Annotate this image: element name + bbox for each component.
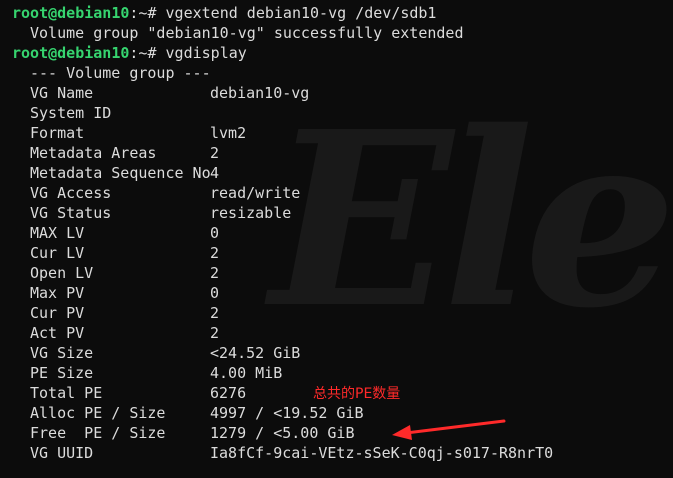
prompt-user-host: root@debian10: [12, 44, 130, 62]
vg-field-row: MAX LV 0: [12, 223, 553, 243]
vg-field-value: Ia8fCf-9cai-VEtz-sSeK-C0qj-s017-R8nrT0: [210, 444, 554, 462]
command-line-vgdisplay: root@debian10:~# vgdisplay: [12, 43, 553, 63]
vg-field-key: Format: [30, 124, 85, 142]
vg-field-row: Total PE 6276: [12, 383, 553, 403]
terminal-output: root@debian10:~# vgextend debian10-vg /d…: [12, 3, 553, 463]
vg-field-row: System ID: [12, 103, 553, 123]
vg-field-value: 4.00 MiB: [210, 364, 283, 382]
vg-field-value: 6276: [210, 384, 247, 402]
vg-field-key: Alloc PE / Size: [30, 404, 166, 422]
vg-field-key: Open LV: [30, 264, 94, 282]
prompt-user-host: root@debian10: [12, 4, 130, 22]
vg-field-value: 2: [210, 324, 220, 342]
vg-field-row: Open LV 2: [12, 263, 553, 283]
vg-field-key: Cur PV: [30, 304, 85, 322]
vg-field-key: Cur LV: [30, 244, 85, 262]
vg-section-header: --- Volume group ---: [30, 64, 211, 82]
vg-field-value: resizable: [210, 204, 292, 222]
vg-field-key: Metadata Sequence No: [30, 164, 211, 182]
vg-field-key: VG Name: [30, 84, 94, 102]
vg-field-value: <24.52 GiB: [210, 344, 301, 362]
vg-field-row: Metadata Sequence No4: [12, 163, 553, 183]
vg-field-value: 4: [210, 164, 220, 182]
vg-field-value: 1279 / <5.00 GiB: [210, 424, 355, 442]
vg-field-key: VG Access: [30, 184, 112, 202]
vg-field-value: 2: [210, 264, 220, 282]
vg-field-row: Metadata Areas 2: [12, 143, 553, 163]
vg-field-row: Cur PV 2: [12, 303, 553, 323]
prompt-path: :~: [129, 4, 148, 22]
vg-field-value: 2: [210, 244, 220, 262]
vg-field-row: VG Name debian10-vg: [12, 83, 553, 103]
vg-field-row: VG Status resizable: [12, 203, 553, 223]
vg-field-key: Max PV: [30, 284, 85, 302]
vg-field-value: read/write: [210, 184, 301, 202]
prompt-symbol: #: [147, 4, 166, 22]
command-line-vgextend: root@debian10:~# vgextend debian10-vg /d…: [12, 3, 553, 23]
vg-field-row: VG UUID Ia8fCf-9cai-VEtz-sSeK-C0qj-s017-R…: [12, 443, 553, 463]
vg-field-key: VG Size: [30, 344, 94, 362]
vg-field-key: Free PE / Size: [30, 424, 166, 442]
vg-field-row: VG Size <24.52 GiB: [12, 343, 553, 363]
prompt-symbol: #: [147, 44, 166, 62]
vg-field-key: VG UUID: [30, 444, 94, 462]
annotation-label: 总共的PE数量: [313, 386, 401, 402]
vg-field-value: 0: [210, 284, 220, 302]
vg-field-key: VG Status: [30, 204, 112, 222]
vg-field-row: Format lvm2: [12, 123, 553, 143]
vg-field-key: MAX LV: [30, 224, 85, 242]
vg-field-value: 2: [210, 304, 220, 322]
command-text: vgdisplay: [165, 44, 247, 62]
vg-field-key: Metadata Areas: [30, 144, 157, 162]
command-output-line: Volume group "debian10-vg" successfully …: [30, 24, 464, 42]
vg-field-value: debian10-vg: [210, 84, 310, 102]
annotation-arrow-icon: [392, 419, 506, 440]
vg-field-value: 4997 / <19.52 GiB: [210, 404, 364, 422]
vg-field-key: Total PE: [30, 384, 103, 402]
command-text: vgextend debian10-vg /dev/sdb1: [165, 4, 437, 22]
vg-field-value: lvm2: [210, 124, 247, 142]
terminal-window[interactable]: Elec root@debian10:~# vgextend debian10-…: [0, 0, 673, 478]
vg-field-key: Act PV: [30, 324, 85, 342]
vg-field-key: System ID: [30, 104, 112, 122]
vg-field-row: Max PV 0: [12, 283, 553, 303]
vg-field-key: PE Size: [30, 364, 94, 382]
vg-field-row: Act PV 2: [12, 323, 553, 343]
vg-field-value: 0: [210, 224, 220, 242]
vg-field-value: 2: [210, 144, 220, 162]
vg-field-row: PE Size 4.00 MiB: [12, 363, 553, 383]
vg-field-row: VG Access read/write: [12, 183, 553, 203]
vg-field-row: Cur LV 2: [12, 243, 553, 263]
prompt-path: :~: [129, 44, 148, 62]
